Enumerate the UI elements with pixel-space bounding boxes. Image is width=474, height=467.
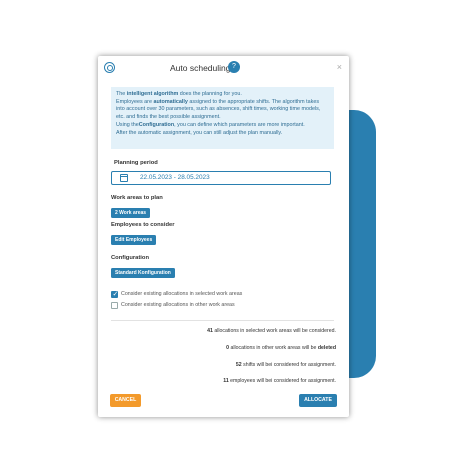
summary-line-4: 11 employees will bei considered for ass… (223, 378, 336, 384)
dialog-header: Auto scheduling ? × (98, 56, 349, 80)
option-label: Consider existing allocations in selecte… (121, 291, 243, 297)
configuration-button[interactable]: Standard Konfiguration (111, 268, 175, 278)
divider (111, 320, 334, 321)
date-range-value: 22.05.2023 - 28.05.2023 (140, 174, 210, 181)
app-logo-icon (104, 62, 115, 73)
planning-period-input[interactable]: 22.05.2023 - 28.05.2023 (111, 171, 331, 185)
dialog-title: Auto scheduling (170, 63, 231, 73)
checkbox-selected-areas[interactable] (111, 290, 118, 298)
summary-line-3: 52 shifts will bei considered for assign… (235, 362, 336, 368)
planning-period-label: Planning period (114, 160, 158, 166)
option-label: Consider existing allocations in other w… (121, 302, 235, 308)
checkbox-other-areas[interactable] (111, 302, 118, 309)
work-areas-label: Work areas to plan (111, 195, 163, 201)
summary-line-1: 41 allocations in selected work areas wi… (207, 328, 336, 334)
calendar-icon (120, 174, 128, 182)
employees-label: Employees to consider (111, 222, 175, 228)
info-line-2: Employees are automatically assigned to … (116, 98, 321, 121)
cancel-button[interactable]: CANCEL (110, 394, 141, 407)
info-line-3: Using theConfiguration, you can define w… (116, 121, 305, 128)
summary-line-2: 0 allocations in other work areas will b… (226, 345, 336, 351)
info-box: The intelligent algorithm does the plann… (111, 87, 334, 149)
auto-scheduling-dialog: Auto scheduling ? × The intelligent algo… (98, 56, 349, 417)
configuration-label: Configuration (111, 255, 149, 261)
edit-employees-button[interactable]: Edit Employees (111, 235, 157, 245)
help-icon[interactable]: ? (228, 61, 240, 73)
info-line-4: After the automatic assignment, you can … (116, 129, 283, 136)
close-icon[interactable]: × (337, 62, 342, 72)
work-areas-button[interactable]: 2 Work areas (111, 208, 151, 218)
info-line-1: The intelligent algorithm does the plann… (116, 91, 242, 97)
allocate-button[interactable]: ALLOCATE (299, 394, 337, 407)
